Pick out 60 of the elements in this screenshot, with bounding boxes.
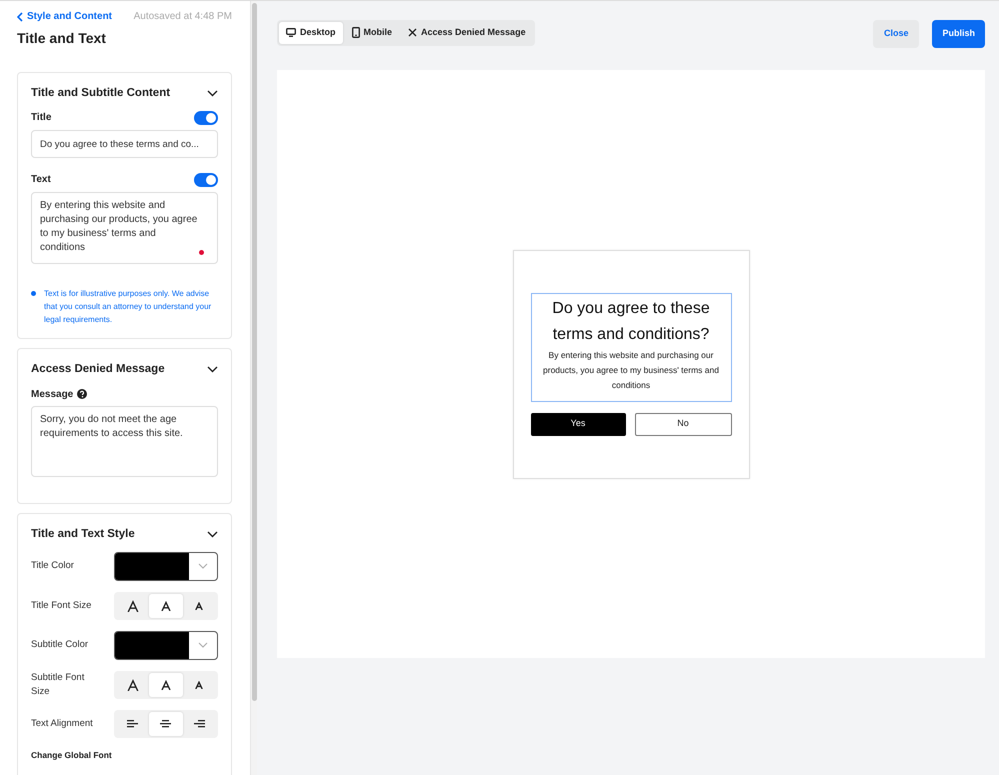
font-size-icon (160, 680, 171, 690)
mobile-icon (352, 27, 360, 38)
page-title: Title and Text (17, 29, 107, 48)
setting-label: Title Font Size (31, 598, 92, 612)
publish-button[interactable]: Publish (932, 20, 985, 48)
bullet-icon (31, 291, 36, 296)
align-right-icon (194, 720, 205, 728)
section-label: Change Global Font (31, 748, 113, 762)
font-size-icon (126, 678, 139, 690)
text-input[interactable]: Do you agree to these terms and co... (31, 130, 218, 158)
color-picker[interactable] (114, 552, 218, 580)
field-label: Text (31, 173, 51, 188)
color-picker[interactable] (114, 630, 218, 660)
dialog-title: Do you agree to these terms and conditions? (551, 298, 711, 344)
info-note: Text is for illustrative purposes only. We advise that you consult an attorney to understand your legal requirements. (44, 288, 212, 326)
autosave-status: Autosaved at 4:48 PM (134, 10, 232, 24)
collapse-button[interactable] (207, 366, 218, 374)
no-button[interactable]: No (634, 412, 732, 436)
font-size-icon (195, 602, 204, 610)
chevron-down-icon (207, 90, 218, 98)
align-center-icon (160, 720, 172, 728)
font-size-option[interactable] (149, 594, 183, 618)
view-tab[interactable]: Mobile (344, 22, 400, 44)
back-link[interactable]: Style and Content (17, 9, 112, 24)
chevron-down-icon (198, 563, 208, 569)
view-tab[interactable]: Desktop (279, 22, 343, 44)
field-label: Message (31, 388, 74, 402)
toggle-switch[interactable] (194, 110, 218, 125)
desktop-icon (286, 28, 296, 38)
view-tab[interactable]: Access Denied Message (401, 22, 533, 44)
chevron-down-icon (207, 531, 218, 538)
alignment-option[interactable] (149, 712, 183, 736)
close-icon (408, 28, 418, 38)
font-size-icon (195, 680, 204, 688)
close-button[interactable]: Close (872, 20, 920, 48)
help-icon (77, 389, 88, 399)
font-size-option[interactable] (149, 672, 183, 696)
field-label: Title (31, 111, 52, 126)
toggle-switch[interactable] (194, 172, 218, 187)
align-left-icon (127, 720, 138, 728)
scrollbar-thumb[interactable] (252, 3, 256, 701)
message-area[interactable]: Sorry, you do not meet the age requirements to access this site. (31, 406, 218, 476)
chevron-left-icon (17, 12, 23, 22)
setting-label: Title Color (31, 559, 75, 573)
setting-label: Subtitle Font Size (31, 670, 86, 698)
section-title: Access Denied Message (31, 362, 165, 378)
yes-button[interactable]: Yes (530, 412, 626, 436)
chevron-down-icon (198, 642, 208, 648)
collapse-button[interactable] (207, 531, 218, 538)
setting-label: Subtitle Color (31, 638, 90, 652)
chevron-down-icon (207, 366, 218, 374)
text-area[interactable]: By entering this website and purchasing our products, you agree to my business' terms and conditions (31, 192, 218, 264)
collapse-button[interactable] (207, 90, 218, 98)
section-title: Title and Subtitle Content (31, 86, 170, 101)
font-size-icon (126, 600, 139, 612)
status-dot-icon (199, 250, 204, 256)
dialog-text: By entering this website and purchasing our products, you agree to my business' terms and conditions (542, 348, 720, 392)
font-size-icon (160, 600, 171, 610)
section-title: Title and Text Style (31, 527, 135, 542)
setting-label: Text Alignment (31, 716, 94, 730)
